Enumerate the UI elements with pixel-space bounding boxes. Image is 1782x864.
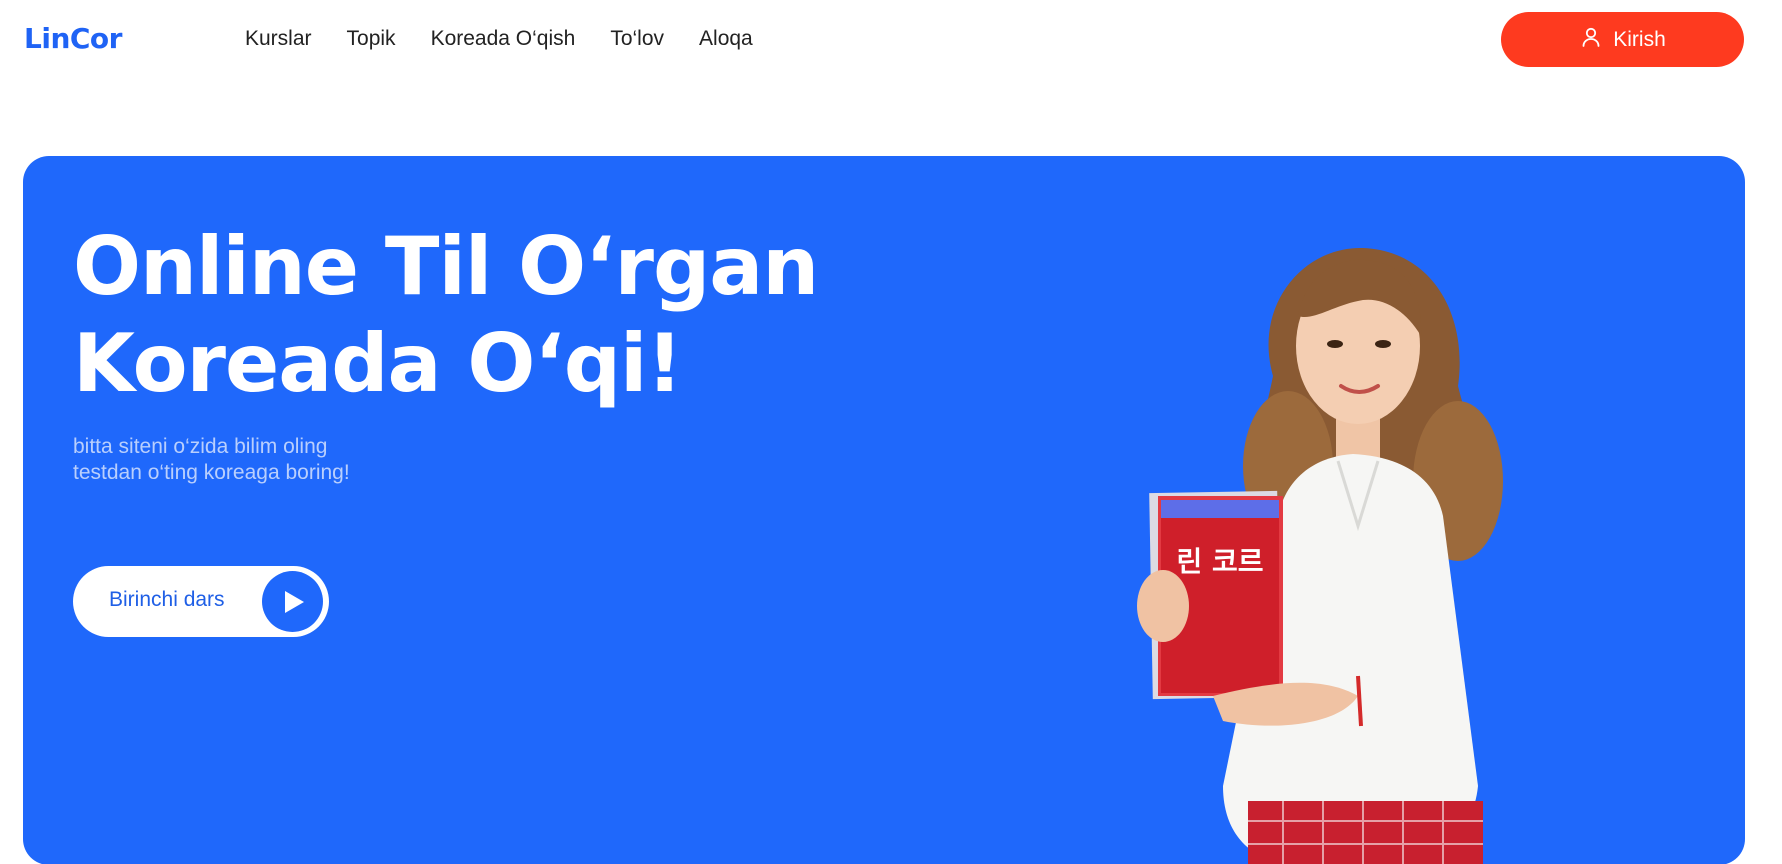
hero-subtitle-line-1: bitta siteni o‘zida bilim oling: [73, 435, 328, 458]
first-lesson-button[interactable]: Birinchi dars: [73, 566, 329, 637]
student-illustration: 린 코르: [1137, 247, 1503, 864]
book-cover-text: 린 코르: [1176, 545, 1263, 578]
logo[interactable]: LinCor: [24, 22, 122, 55]
hero-subtitle: bitta siteni o‘zida bilim oling testdan …: [73, 434, 350, 486]
hero-title-line-1: Online Til O‘rgan: [73, 220, 819, 313]
login-button[interactable]: Kirish: [1501, 12, 1744, 67]
first-lesson-label: Birinchi dars: [109, 588, 225, 611]
nav-item-koreada-oqish[interactable]: Koreada O‘qish: [431, 27, 576, 51]
main-nav: Kurslar Topik Koreada O‘qish To‘lov Aloq…: [245, 27, 753, 51]
hero-title: Online Til O‘rgan Koreada O‘qi!: [73, 218, 819, 412]
hero-banner: Online Til O‘rgan Koreada O‘qi! bitta si…: [23, 156, 1745, 864]
landing-page: LinCor Kurslar Topik Koreada O‘qish To‘l…: [0, 0, 1782, 864]
login-label: Kirish: [1613, 27, 1666, 51]
nav-item-tolov[interactable]: To‘lov: [610, 27, 664, 51]
nav-item-aloqa[interactable]: Aloqa: [699, 27, 753, 51]
hero-title-line-2: Koreada O‘qi!: [73, 317, 683, 410]
nav-item-kurslar[interactable]: Kurslar: [245, 27, 312, 51]
nav-item-topik[interactable]: Topik: [347, 27, 396, 51]
play-icon: [262, 571, 323, 632]
site-header: LinCor Kurslar Topik Koreada O‘qish To‘l…: [0, 0, 1782, 80]
user-icon: [1579, 25, 1603, 55]
hero-subtitle-line-2: testdan o‘ting koreaga boring!: [73, 461, 350, 484]
